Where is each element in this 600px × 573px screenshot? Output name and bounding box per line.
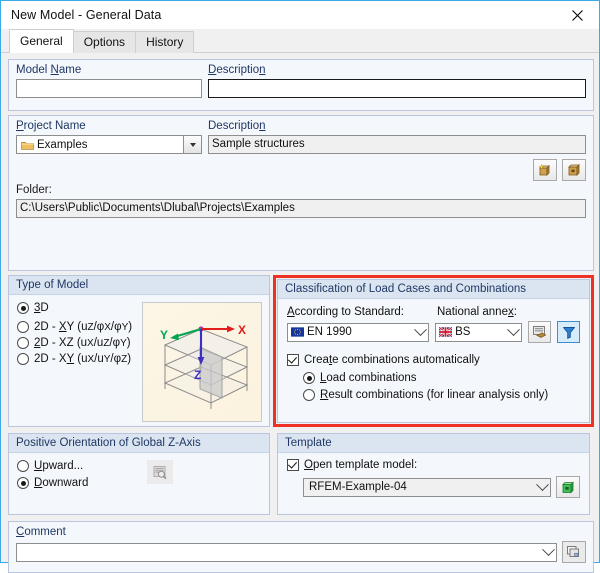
radio-load-combinations-label: Load combinations <box>320 372 417 384</box>
project-name-combo[interactable]: Examples <box>16 135 202 154</box>
radio-indicator <box>303 372 315 384</box>
radio-3d-label: 3D <box>34 302 49 314</box>
folder-path-value: C:\Users\Public\Documents\Dlubal\Project… <box>16 199 586 218</box>
model-description-label: Description <box>208 64 586 76</box>
chevron-down-icon[interactable] <box>412 324 428 341</box>
filter-icon[interactable] <box>557 321 580 343</box>
list-preview-icon <box>147 460 173 484</box>
z-axis-group: Positive Orientation of Global Z-Axis Up… <box>8 433 270 515</box>
radio-2d-xy-2-label: 2D - XY (uX/uY/φZ) <box>34 353 131 365</box>
standard-value: EN 1990 <box>304 326 412 338</box>
radio-upward[interactable]: Upward... <box>17 460 127 472</box>
svg-text:Z: Z <box>194 368 201 382</box>
model-description-input[interactable] <box>208 79 586 98</box>
classification-group: Classification of Load Cases and Combina… <box>277 279 590 423</box>
comment-combo[interactable] <box>16 543 557 562</box>
radio-indicator <box>17 321 29 333</box>
z-axis-title: Positive Orientation of Global Z-Axis <box>9 434 269 453</box>
open-model-icon[interactable] <box>556 476 580 498</box>
radio-2d-xz-label: 2D - XZ (uX/uZ/φY) <box>34 337 131 349</box>
radio-indicator <box>17 460 29 472</box>
chevron-down-icon[interactable] <box>183 136 201 153</box>
new-model-dialog: New Model - General Data General Options… <box>0 0 600 563</box>
radio-2d-xy-1[interactable]: 2D - XY (uZ/φX/φY) <box>17 321 140 333</box>
model-name-input[interactable] <box>16 79 202 98</box>
radio-indicator <box>17 353 29 365</box>
checkbox-indicator <box>287 354 299 366</box>
radio-result-combinations[interactable]: Result combinations (for linear analysis… <box>303 389 580 401</box>
standard-settings-icon[interactable] <box>528 321 551 343</box>
tab-general[interactable]: General <box>9 29 74 53</box>
tab-options[interactable]: Options <box>73 31 136 53</box>
window-title: New Model - General Data <box>11 8 161 22</box>
tab-strip: General Options History <box>1 29 599 53</box>
open-project-icon[interactable] <box>562 159 586 181</box>
radio-3d[interactable]: 3D <box>17 302 140 314</box>
folder-label: Folder: <box>9 181 593 196</box>
open-template-checkbox[interactable]: Open template model: <box>287 459 580 471</box>
comment-list-icon[interactable] <box>562 541 586 563</box>
chevron-down-icon[interactable] <box>540 544 556 561</box>
national-annex-combo[interactable]: BS <box>435 323 522 342</box>
chevron-down-icon[interactable] <box>505 324 521 341</box>
model-preview: X Y Z <box>142 302 262 422</box>
project-name-value: Examples <box>34 139 183 151</box>
svg-text:Y: Y <box>160 328 168 342</box>
project-description-value: Sample structures <box>208 135 586 154</box>
new-project-icon[interactable] <box>533 159 557 181</box>
svg-text:X: X <box>238 323 246 337</box>
standard-combo[interactable]: EN 1990 <box>287 323 429 342</box>
create-combinations-checkbox[interactable]: Create combinations automatically <box>287 354 580 366</box>
template-combo[interactable]: RFEM-Example-04 <box>303 478 551 497</box>
classification-title: Classification of Load Cases and Combina… <box>278 280 589 299</box>
model-name-label: Model Name <box>16 64 208 76</box>
close-icon[interactable] <box>555 2 599 29</box>
model-name-group: Model Name Description <box>8 59 594 111</box>
standard-label: According to Standard: <box>287 306 437 318</box>
dialog-content: Model Name Description Project Name Desc… <box>1 53 599 522</box>
radio-indicator <box>17 302 29 314</box>
checkbox-indicator <box>287 459 299 471</box>
tab-history[interactable]: History <box>135 31 194 53</box>
radio-2d-xy-2[interactable]: 2D - XY (uX/uY/φZ) <box>17 353 140 365</box>
template-value: RFEM-Example-04 <box>306 481 534 493</box>
chevron-down-icon[interactable] <box>534 479 550 496</box>
national-annex-value: BS <box>452 326 505 338</box>
radio-2d-xy-1-label: 2D - XY (uZ/φX/φY) <box>34 321 132 333</box>
project-name-label: Project Name <box>16 120 208 132</box>
radio-2d-xz[interactable]: 2D - XZ (uX/uZ/φY) <box>17 337 140 349</box>
type-of-model-title: Type of Model <box>9 276 269 295</box>
radio-downward-label: Downward <box>34 477 88 489</box>
open-template-label: Open template model: <box>304 459 417 471</box>
national-annex-label: National annex: <box>437 306 580 318</box>
title-bar: New Model - General Data <box>1 1 599 29</box>
create-combinations-label: Create combinations automatically <box>304 354 480 366</box>
template-group: Template Open template model: RFEM-Examp… <box>277 433 590 515</box>
radio-indicator <box>303 389 315 401</box>
radio-indicator <box>17 337 29 349</box>
radio-result-combinations-label: Result combinations (for linear analysis… <box>320 389 548 401</box>
radio-load-combinations[interactable]: Load combinations <box>303 372 580 384</box>
radio-upward-label: Upward... <box>34 460 83 472</box>
comment-label: Comment <box>9 522 593 538</box>
project-group: Project Name Description Examples Sample… <box>8 115 594 271</box>
comment-group: Comment <box>8 521 594 573</box>
template-title: Template <box>278 434 589 453</box>
radio-downward[interactable]: Downward <box>17 477 127 489</box>
radio-indicator <box>17 477 29 489</box>
type-of-model-group: Type of Model 3D 2D - XY (uZ/φX/φY) 2D -… <box>8 275 270 427</box>
project-description-label: Description <box>208 120 586 132</box>
